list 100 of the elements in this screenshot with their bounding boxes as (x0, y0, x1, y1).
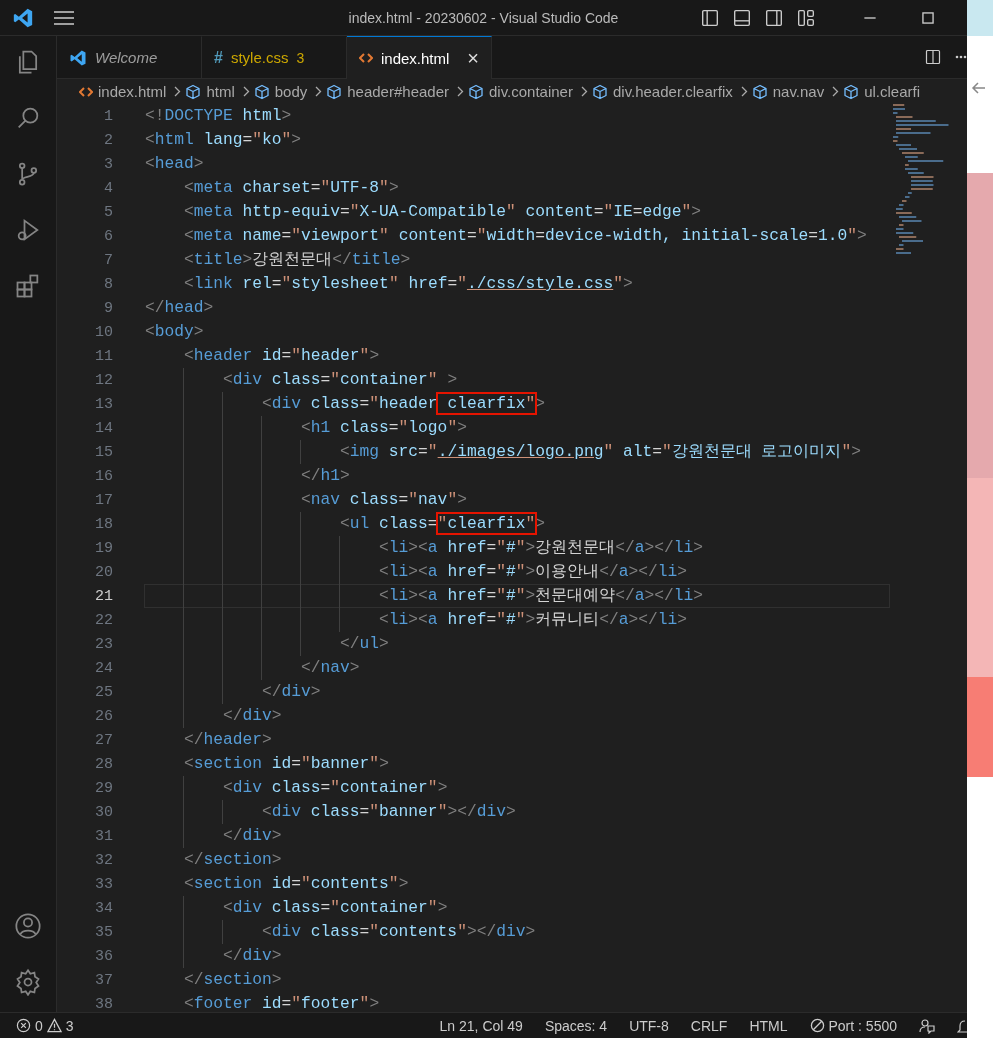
code-line: <div class="container"> (144, 776, 890, 800)
line-number: 10 (94, 323, 113, 341)
line-number: 38 (94, 995, 113, 1012)
chevron-right-icon (174, 86, 182, 97)
code-line: <div class="banner"></div> (144, 800, 890, 824)
code-line: <nav class="nav"> (144, 488, 890, 512)
code-line: <h1 class="logo"> (144, 416, 890, 440)
more-actions-icon[interactable] (955, 55, 967, 59)
code-line: </h1> (144, 464, 890, 488)
line-number: 11 (94, 347, 113, 365)
line-number: 37 (94, 971, 113, 989)
code-line: <div class="container" > (144, 368, 890, 392)
vscode-logo-icon (69, 48, 87, 67)
code-line: <li><a href="#">커뮤니티</a></li> (144, 608, 890, 632)
cube-icon (468, 83, 484, 100)
code-brackets-icon (79, 85, 93, 98)
line-number: 17 (94, 491, 113, 509)
line-number: 26 (94, 707, 113, 725)
line-number: 19 (94, 539, 113, 557)
editor-tab[interactable]: index.html × (347, 36, 492, 79)
minimap-drawing[interactable] (893, 104, 949, 256)
code-line: </div> (144, 704, 890, 728)
status-item[interactable]: Spaces: 4 (544, 1017, 608, 1034)
code-line: <meta name="viewport" content="width=device-width, initial-scale=1.0"> (183, 225, 868, 247)
code-line: <!DOCTYPE html> (144, 105, 293, 127)
split-editor-icon[interactable] (925, 49, 941, 65)
line-number: 4 (103, 179, 113, 197)
code-line: </div> (144, 824, 890, 848)
layout-icon[interactable] (797, 8, 815, 27)
breadcrumb-item[interactable]: header#header (347, 83, 449, 100)
error-count[interactable]: 0 (35, 1017, 43, 1034)
line-number: 16 (94, 467, 113, 485)
cube-icon (185, 83, 202, 100)
line-number: 15 (94, 443, 113, 461)
breadcrumb-item[interactable]: div.header.clearfix (612, 83, 733, 100)
code-line: </div> (144, 944, 890, 968)
settings-icon[interactable] (14, 968, 42, 996)
code-line: </head> (144, 297, 215, 319)
code-line: </header> (183, 729, 273, 751)
account-icon[interactable] (14, 912, 42, 940)
breadcrumb-item[interactable]: div.container (489, 83, 573, 100)
chevron-right-icon (315, 86, 323, 97)
breadcrumb-item[interactable]: nav.nav (772, 83, 825, 100)
line-number: 3 (103, 155, 113, 173)
code-line: </ul> (144, 632, 890, 656)
line-number: 31 (94, 827, 113, 845)
code-line: </section> (183, 849, 283, 871)
code-line: <section id="contents"> (183, 873, 410, 895)
breadcrumb-item[interactable]: body (274, 83, 308, 100)
bell-icon[interactable] (957, 1017, 967, 1034)
code-line: <div class="container"> (144, 896, 890, 920)
code-line: <footer id="footer"> (183, 993, 381, 1012)
status-item[interactable]: CRLF (690, 1017, 728, 1034)
code-line: </nav> (144, 656, 890, 680)
vscode-logo-icon (12, 6, 34, 29)
line-number: 9 (103, 299, 113, 317)
chevron-right-icon (580, 86, 588, 97)
line-number: 8 (103, 275, 113, 293)
line-number: 35 (94, 923, 113, 941)
port-status[interactable]: Port : 5500 (828, 1017, 897, 1034)
status-item[interactable]: HTML (749, 1017, 788, 1034)
breadcrumb-item[interactable]: html (206, 83, 235, 100)
code-line: <head> (144, 153, 205, 175)
panel-toggle-icon[interactable] (733, 8, 751, 27)
line-number: 21 (94, 587, 113, 605)
code-line: <li><a href="#">강원천문대</a></li> (144, 536, 890, 560)
menu-icon[interactable] (54, 10, 74, 25)
line-number: 13 (94, 395, 113, 413)
hash-icon: # (214, 48, 223, 67)
line-number: 2 (103, 131, 113, 149)
line-number: 34 (94, 899, 113, 917)
line-number: 33 (94, 875, 113, 893)
no-entry-icon (809, 1018, 825, 1033)
code-line: <meta http-equiv="X-UA-Compatible" content="IE=edge"> (183, 201, 703, 223)
status-item[interactable]: UTF-8 (629, 1017, 669, 1034)
line-number: 12 (94, 371, 113, 389)
line-number: 23 (94, 635, 113, 653)
line-number: 22 (94, 611, 113, 629)
line-number: 25 (94, 683, 113, 701)
chevron-right-icon (740, 86, 748, 97)
chevron-right-icon (457, 86, 464, 97)
status-item[interactable]: Ln 21, Col 49 (439, 1017, 523, 1034)
line-number: 36 (94, 947, 113, 965)
line-number: 30 (94, 803, 113, 821)
line-number: 7 (103, 251, 113, 269)
code-line: <section id="banner"> (183, 753, 390, 775)
breadcrumb-item[interactable]: index.html (98, 83, 167, 100)
line-number: 20 (94, 563, 113, 581)
secondary-sidebar-icon[interactable] (765, 8, 783, 27)
line-number: 6 (103, 227, 113, 245)
breadcrumb-item[interactable]: ul.clearfi (864, 83, 921, 100)
line-number: 32 (94, 851, 113, 869)
code-line: <body> (144, 321, 205, 343)
feedback-icon[interactable] (919, 1017, 935, 1034)
warning-count[interactable]: 3 (65, 1017, 74, 1034)
cube-icon (591, 83, 608, 100)
chevron-right-icon (242, 86, 250, 97)
code-line: </div> (144, 680, 890, 704)
line-number: 1 (103, 107, 113, 125)
sidebar-toggle-icon[interactable] (701, 8, 719, 27)
